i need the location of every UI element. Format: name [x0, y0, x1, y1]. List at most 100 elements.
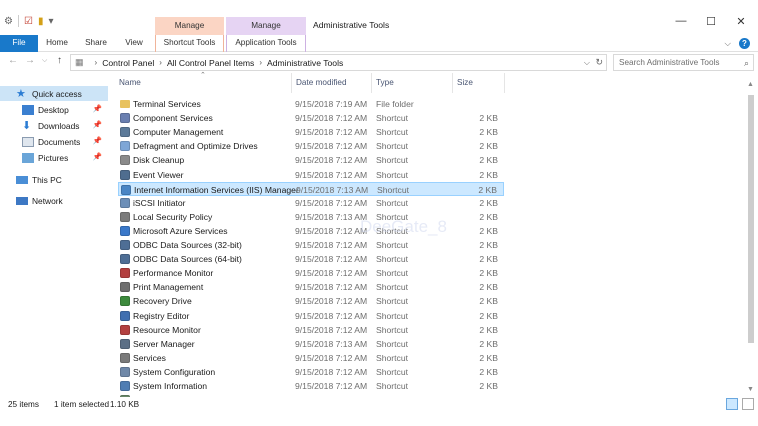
- file-row[interactable]: Performance Monitor 9/15/2018 7:12 AM Shor…: [118, 266, 504, 280]
- defrag-icon: [120, 141, 130, 152]
- file-row[interactable]: Recovery Drive 9/15/2018 7:12 AM Shortcut 2…: [118, 294, 504, 308]
- file-row[interactable]: Registry Editor 9/15/2018 7:12 AM Shortcut…: [118, 309, 504, 323]
- vertical-scrollbar[interactable]: ▲ ▼: [745, 73, 757, 397]
- file-size: 2 KB: [479, 127, 498, 138]
- details-view-button[interactable]: [726, 398, 738, 410]
- column-divider[interactable]: [452, 73, 453, 93]
- file-size: 2 KB: [479, 310, 498, 321]
- nav-network[interactable]: Network: [0, 193, 108, 208]
- file-row[interactable]: Print Management 9/15/2018 7:12 AM Shortcu…: [118, 280, 504, 294]
- tab-view[interactable]: View: [118, 35, 150, 52]
- pin-icon: 📌: [92, 136, 102, 145]
- file-row[interactable]: System Information 9/15/2018 7:12 AM Short…: [118, 379, 504, 393]
- file-row[interactable]: Local Security Policy 9/15/2018 7:13 AM Sh…: [118, 210, 504, 224]
- navigation-pane: ★ Quick access Desktop 📌 ⬇ Downloads 📌 D…: [0, 80, 108, 395]
- navigation-bar: ← → ⌵ ↑ ▦ › Control Panel › All Control …: [0, 53, 758, 71]
- tab-shortcut-tools[interactable]: Shortcut Tools: [155, 35, 224, 52]
- nav-desktop[interactable]: Desktop 📌: [0, 102, 108, 117]
- scroll-up-icon[interactable]: ▲: [747, 81, 754, 88]
- chevron-right-icon[interactable]: ›: [259, 58, 262, 67]
- scrollbar-thumb[interactable]: [748, 95, 754, 343]
- tab-share[interactable]: Share: [80, 35, 112, 52]
- forward-arrow-icon[interactable]: →: [25, 55, 35, 66]
- column-type[interactable]: Type: [376, 78, 394, 87]
- large-icons-view-button[interactable]: [742, 398, 754, 410]
- breadcrumb-all-control-panel-items[interactable]: All Control Panel Items: [167, 58, 254, 68]
- file-row[interactable]: iSCSI Initiator 9/15/2018 7:12 AM Shortcut…: [118, 196, 504, 210]
- tab-file[interactable]: File: [0, 35, 38, 52]
- file-row[interactable]: Services 9/15/2018 7:12 AM Shortcut 2 KB: [118, 351, 504, 365]
- properties-icon[interactable]: ⚙: [4, 16, 13, 27]
- network-icon: [16, 196, 28, 205]
- file-name: Component Services: [133, 113, 213, 124]
- file-date-modified: 9/15/2018 7:12 AM: [295, 197, 368, 208]
- file-row[interactable]: ODBC Data Sources (32-bit) 9/15/2018 7:12…: [118, 238, 504, 252]
- column-date-modified[interactable]: Date modified: [296, 78, 347, 87]
- column-divider[interactable]: [504, 73, 505, 93]
- registry-icon: [120, 310, 130, 321]
- nav-quick-access[interactable]: ★ Quick access: [0, 86, 108, 101]
- up-arrow-icon[interactable]: ↑: [57, 55, 62, 66]
- file-size: 2 KB: [479, 324, 498, 335]
- collapse-ribbon-icon[interactable]: ⌵: [725, 38, 731, 49]
- azure-icon: [120, 225, 130, 236]
- file-row[interactable]: Resource Monitor 9/15/2018 7:12 AM Shortcu…: [118, 323, 504, 337]
- file-size: 2 KB: [479, 169, 498, 180]
- address-dropdown-icon[interactable]: ⌵: [584, 58, 590, 68]
- nav-pictures[interactable]: Pictures 📌: [0, 150, 108, 165]
- item-count: 25 items: [8, 400, 39, 409]
- file-size: 2 KB: [479, 338, 498, 349]
- refresh-icon[interactable]: ↻: [595, 57, 603, 68]
- column-divider[interactable]: [371, 73, 372, 93]
- control-panel-icon: ▦: [75, 57, 84, 67]
- nav-label: Network: [32, 195, 63, 206]
- minimize-button[interactable]: —: [666, 15, 696, 27]
- file-date-modified: 9/15/2018 7:13 AM: [296, 184, 369, 195]
- file-row[interactable]: Event Viewer 9/15/2018 7:12 AM Shortcut 2 K…: [118, 168, 504, 182]
- column-name[interactable]: Name: [119, 78, 141, 87]
- recent-locations-icon[interactable]: ⌵: [42, 57, 47, 65]
- nav-label: Documents: [38, 136, 81, 147]
- help-icon[interactable]: ?: [739, 38, 750, 49]
- file-row[interactable]: Terminal Services 9/15/2018 7:19 AM File f…: [118, 97, 504, 111]
- search-icon[interactable]: ⌕: [744, 56, 749, 71]
- column-size[interactable]: Size: [457, 78, 473, 87]
- file-row[interactable]: Server Manager 9/15/2018 7:13 AM Shortcut 2…: [118, 337, 504, 351]
- tab-home[interactable]: Home: [41, 35, 73, 52]
- file-type: Shortcut: [376, 197, 409, 208]
- file-name: System Information: [133, 381, 208, 391]
- customize-dropdown-icon[interactable]: ▾: [48, 16, 53, 27]
- back-arrow-icon[interactable]: ←: [8, 55, 18, 66]
- breadcrumb-administrative-tools[interactable]: Administrative Tools: [267, 58, 343, 68]
- file-row[interactable]: Task Scheduler 9/15/2018 7:12 AM Shortcut 2…: [118, 393, 504, 397]
- chevron-right-icon[interactable]: ›: [95, 58, 98, 67]
- maximize-button[interactable]: ☐: [696, 15, 726, 28]
- file-row[interactable]: Disk Cleanup 9/15/2018 7:12 AM Shortcut 2 K…: [118, 153, 504, 167]
- file-type: Shortcut: [376, 141, 409, 152]
- file-row[interactable]: Defragment and Optimize Drives 9/15/2018 …: [118, 139, 504, 153]
- close-button[interactable]: ✕: [726, 15, 756, 28]
- scroll-down-icon[interactable]: ▼: [747, 386, 754, 393]
- file-row[interactable]: Microsoft Azure Services 9/15/2018 7:12 A…: [118, 224, 504, 238]
- chevron-right-icon[interactable]: ›: [159, 58, 162, 67]
- file-row[interactable]: System Configuration 9/15/2018 7:12 AM Sho…: [118, 365, 504, 379]
- file-row[interactable]: Component Services 9/15/2018 7:12 AM Short…: [118, 111, 504, 125]
- ribbon-controls: ⌵ ?: [725, 38, 750, 49]
- file-row[interactable]: Computer Management 9/15/2018 7:12 AM Shor…: [118, 125, 504, 139]
- nav-this-pc[interactable]: This PC: [0, 172, 108, 187]
- file-row[interactable]: Internet Information Services (IIS) Mana…: [118, 181, 504, 196]
- ribbon-tabs: File Home Share View Shortcut Tools Appl…: [0, 35, 758, 52]
- column-divider[interactable]: [291, 73, 292, 93]
- nav-documents[interactable]: Documents 📌: [0, 134, 108, 149]
- tab-application-tools[interactable]: Application Tools: [226, 35, 306, 52]
- file-row[interactable]: ODBC Data Sources (64-bit) 9/15/2018 7:12…: [118, 252, 504, 266]
- checkmark-icon[interactable]: ☑: [24, 16, 33, 27]
- search-input[interactable]: Search Administrative Tools ⌕: [613, 54, 754, 71]
- file-name: Disk Cleanup: [133, 155, 185, 166]
- nav-downloads[interactable]: ⬇ Downloads 📌: [0, 118, 108, 133]
- breadcrumb-control-panel[interactable]: Control Panel: [102, 58, 154, 68]
- server-manager-icon: [120, 338, 130, 349]
- resource-monitor-icon: [120, 324, 130, 335]
- address-bar[interactable]: ▦ › Control Panel › All Control Panel It…: [70, 54, 607, 71]
- new-folder-icon[interactable]: ▮: [38, 16, 44, 27]
